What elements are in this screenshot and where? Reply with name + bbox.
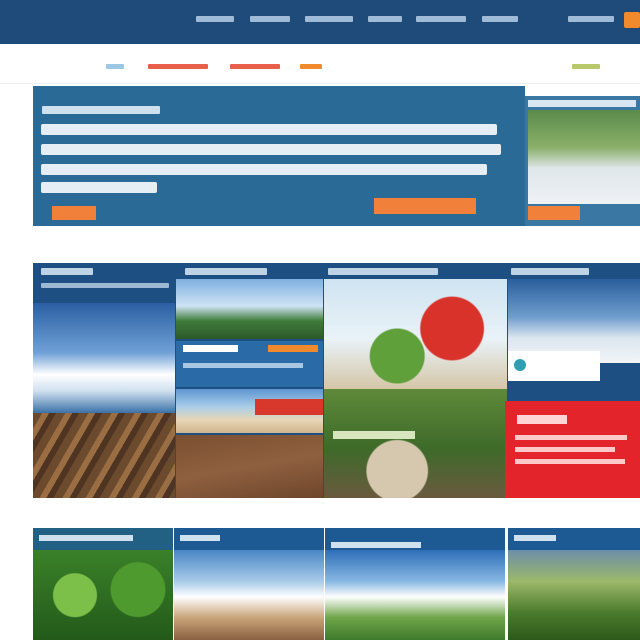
card-4-title [514,535,556,541]
card-3-title [331,542,421,548]
nav-item-6[interactable] [482,16,518,22]
side-feature-button[interactable] [528,206,580,220]
aircraft-info-card[interactable] [508,351,600,381]
subnav-link-1[interactable] [148,64,208,69]
nav-item-2[interactable] [250,16,290,22]
timber-harvest-photo[interactable] [33,413,175,498]
green-valley-photo [325,550,505,640]
side-feature-title [528,100,636,107]
promo-line-2 [515,447,615,452]
nav-item-5[interactable] [416,16,466,22]
nav-item-3[interactable] [305,16,353,22]
card-4-header [508,528,640,550]
card-3-header [325,528,505,550]
feature-mosaic [33,263,640,498]
column-1-subtitle [41,283,169,288]
soil-field-photo[interactable] [176,435,323,498]
mini-card-label [183,345,238,352]
hero-side-feature[interactable] [525,96,640,226]
hero-headline-line-2 [41,144,501,155]
stone-garden-caption [333,431,415,439]
aircraft-runway-photo [174,550,324,640]
promo-line-1 [515,435,627,440]
bottom-card-4[interactable] [508,528,640,640]
card-2-header [174,528,324,550]
hero-kicker [42,106,160,114]
column-1-title [41,268,93,275]
partner-logo[interactable] [38,56,94,74]
subnav-link-2[interactable] [230,64,280,69]
brand-logo[interactable] [40,8,140,40]
promo-title [517,415,567,424]
hero-secondary-button[interactable] [374,198,476,214]
notification-badge-icon[interactable] [624,12,640,28]
language-switch[interactable] [572,64,600,69]
nav-item-4[interactable] [368,16,402,22]
hero-banner [33,86,525,226]
nav-item-1[interactable] [196,16,234,22]
subnav-link-3[interactable] [300,64,322,69]
aircraft-photo [528,110,640,204]
hero-headline-line-3 [41,164,487,175]
hero-headline-line-1 [41,124,497,135]
bottom-card-1[interactable] [33,528,173,640]
mini-card-text [183,363,303,368]
card-1-header [33,528,173,550]
beach-sale-tag[interactable] [255,399,323,415]
sky-coast-photo[interactable] [33,303,175,413]
promo-line-3 [515,459,625,464]
column-2-title [185,268,267,275]
top-navigation-bar [0,0,640,44]
column-4-title [511,268,589,275]
hero-headline-line-4 [41,182,157,193]
info-icon [514,359,526,371]
card-1-title [39,535,133,541]
column-3-title [328,268,438,275]
bottom-card-2[interactable] [174,528,324,640]
subnav-icon[interactable] [106,64,124,69]
hillside-village-photo [508,550,640,640]
account-link[interactable] [568,16,614,22]
hero-primary-button[interactable] [52,206,96,220]
mini-card-button[interactable] [268,345,318,352]
card-2-title [180,535,220,541]
stone-garden-photo[interactable] [324,389,507,498]
fresh-produce-photo[interactable] [324,279,507,389]
mini-info-card[interactable] [176,341,323,387]
bottom-card-3[interactable] [325,528,505,640]
promo-panel[interactable] [505,401,640,498]
palm-resort-photo[interactable] [176,279,323,339]
